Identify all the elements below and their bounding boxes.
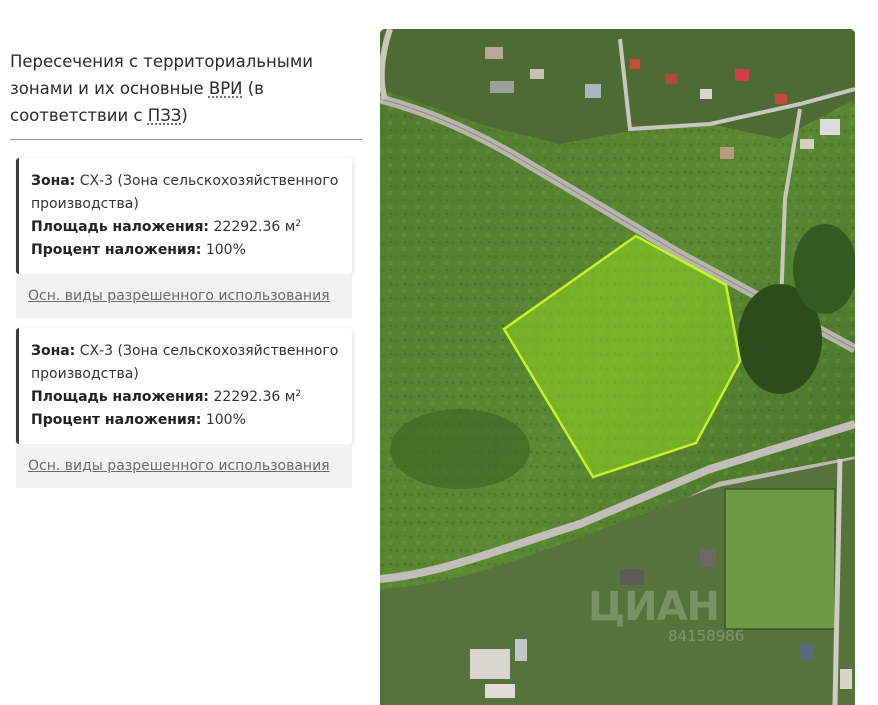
- overlap-area-value: 22292.36 м: [213, 389, 296, 405]
- overlap-percent-value: 100%: [205, 412, 246, 428]
- zone-block: Зона: СХ-3 (Зона сельскохозяйственного п…: [16, 328, 352, 488]
- zone-name-value: СХ-3 (Зона сельскохозяйственного произво…: [31, 343, 339, 382]
- zone-name-value: СХ-3 (Зона сельскохозяйственного произво…: [31, 173, 339, 212]
- overlap-area-value: 22292.36 м: [213, 219, 296, 235]
- overlap-percent-row: Процент наложения: 100%: [31, 412, 246, 428]
- zone-name-row: Зона: СХ-3 (Зона сельскохозяйственного п…: [31, 343, 339, 382]
- intersections-panel: Пересечения с территориальными зонами и …: [10, 48, 362, 498]
- permitted-uses-link[interactable]: Осн. виды разрешенного использования: [28, 288, 330, 304]
- zone-link-box: Осн. виды разрешенного использования: [16, 274, 352, 318]
- zone-name-row: Зона: СХ-3 (Зона сельскохозяйственного п…: [31, 173, 339, 212]
- field-plot-bottom: [724, 488, 836, 630]
- watermark-id: 84158986: [668, 627, 745, 645]
- satellite-map[interactable]: ЦИАН 84158986: [380, 29, 855, 705]
- zone-card: Зона: СХ-3 (Зона сельскохозяйственного п…: [16, 328, 352, 444]
- vri-abbreviation[interactable]: ВРИ: [209, 79, 243, 98]
- zone-card: Зона: СХ-3 (Зона сельскохозяйственного п…: [16, 158, 352, 274]
- overlap-area-row: Площадь наложения: 22292.36 м2: [31, 389, 302, 405]
- overlap-percent-row: Процент наложения: 100%: [31, 242, 246, 258]
- overlap-area-row: Площадь наложения: 22292.36 м2: [31, 219, 302, 235]
- zone-link-box: Осн. виды разрешенного использования: [16, 444, 352, 488]
- zone-list: Зона: СХ-3 (Зона сельскохозяйственного п…: [10, 158, 362, 488]
- permitted-uses-link[interactable]: Осн. виды разрешенного использования: [28, 458, 330, 474]
- overlap-percent-value: 100%: [205, 242, 246, 258]
- zone-block: Зона: СХ-3 (Зона сельскохозяйственного п…: [16, 158, 352, 318]
- pzz-abbreviation[interactable]: ПЗЗ: [148, 106, 182, 125]
- watermark-logo: ЦИАН: [588, 584, 720, 630]
- section-title: Пересечения с территориальными зонами и …: [10, 48, 362, 140]
